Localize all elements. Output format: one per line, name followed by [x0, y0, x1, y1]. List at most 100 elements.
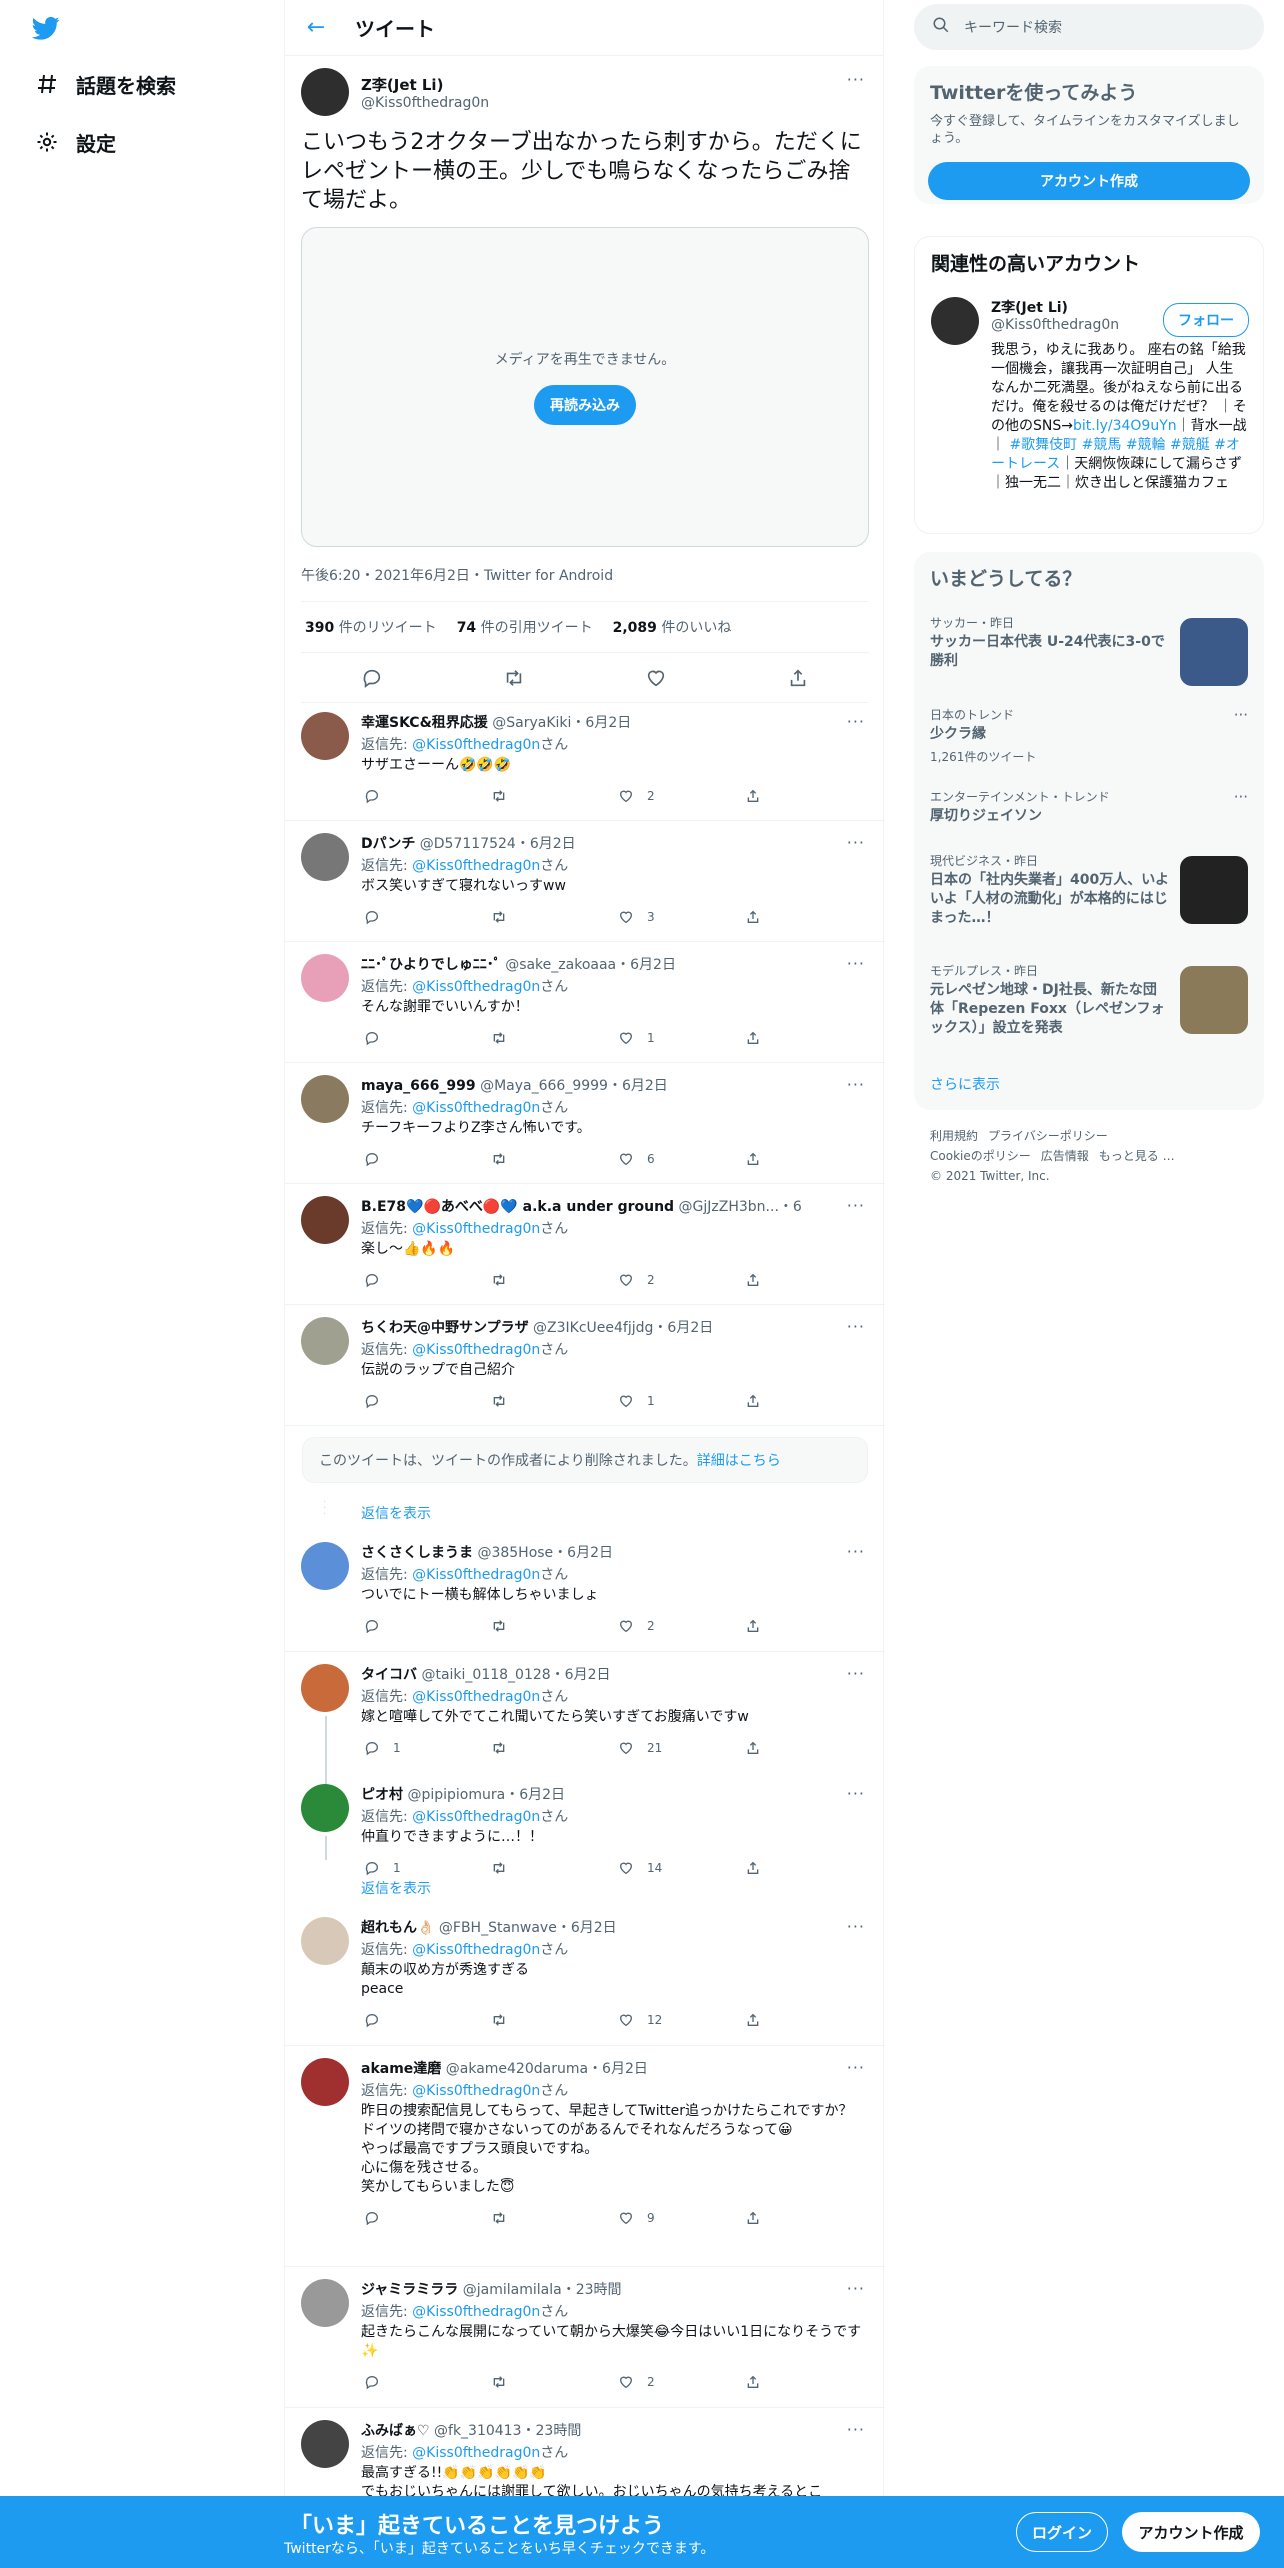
- reply-author-name[interactable]: 幸運SKC&租界応援: [361, 715, 488, 731]
- reply-to-link[interactable]: @Kiss0fthedrag0n: [412, 1100, 540, 1116]
- reply-author-name[interactable]: ジャミラミララ: [361, 2282, 458, 2298]
- reload-button[interactable]: 再読み込み: [534, 385, 636, 425]
- reply-author-name[interactable]: akame達磨: [361, 2061, 441, 2077]
- retweet-icon[interactable]: [488, 1269, 510, 1291]
- more-icon[interactable]: ···: [847, 1075, 865, 1094]
- quote-count[interactable]: 74 件の引用ツイート: [457, 617, 593, 637]
- reply-author-name[interactable]: Dパンチ: [361, 836, 415, 852]
- reply-author-name[interactable]: maya_666_999: [361, 1078, 476, 1094]
- reply-date[interactable]: ・23時間: [562, 2282, 622, 2298]
- trend-item[interactable]: 現代ビジネス・昨日 日本の「社内失業者」400万人、いよいよ「人材の流動化」が本…: [914, 852, 1264, 928]
- reply-tweet[interactable]: ··· ふみばぁ♡ @fk_310413・23時間 返信先: @Kiss0fthed…: [285, 2408, 885, 2531]
- create-account-button[interactable]: アカウント作成: [928, 162, 1250, 200]
- reply-tweet[interactable]: ··· Dパンチ @D57117524・6月2日 返信先: @Kiss0fthedr…: [285, 821, 885, 942]
- more-icon[interactable]: ···: [1234, 706, 1248, 724]
- reply-tweet[interactable]: ··· タイコバ @taiki_0118_0128・6月2日 返信先: @Kiss0…: [285, 1652, 885, 1756]
- reply-to-link[interactable]: @Kiss0fthedrag0n: [412, 1689, 540, 1705]
- avatar[interactable]: [301, 1075, 349, 1123]
- reply-to-link[interactable]: @Kiss0fthedrag0n: [412, 1221, 540, 1237]
- tweet-meta[interactable]: 午後6:20・2021年6月2日・Twitter for Android: [301, 565, 869, 601]
- like-icon[interactable]: [615, 2371, 637, 2393]
- reply-author-name[interactable]: ピオ村: [361, 1787, 403, 1803]
- reply-author-name[interactable]: タイコバ: [361, 1667, 417, 1683]
- reply-icon[interactable]: [361, 2009, 383, 2031]
- reply-tweet[interactable]: ··· ﾆﾆ･ﾟひよりでしゅﾆﾆ･ﾟ @sake_zakoaaa・6月2日 返信先:…: [285, 942, 885, 1063]
- reply-tweet[interactable]: ··· 超れもん👌🏻 @FBH_Stanwave・6月2日 返信先: @Kiss0f…: [285, 1905, 885, 2046]
- share-icon[interactable]: [742, 1027, 764, 1049]
- reply-tweet[interactable]: ··· B.E78💙🔴あべべ🔴💙 a.k.a under ground @GjJz…: [285, 1184, 885, 1305]
- reply-tweet[interactable]: ··· さくさくしまうま @385Hose・6月2日 返信先: @Kiss0fthe…: [285, 1530, 885, 1652]
- reply-to-link[interactable]: @Kiss0fthedrag0n: [412, 2304, 540, 2320]
- like-icon[interactable]: [615, 1857, 637, 1879]
- like-icon[interactable]: [615, 785, 637, 807]
- back-arrow-icon[interactable]: ←: [301, 13, 331, 43]
- twitter-logo-icon[interactable]: [30, 14, 62, 42]
- more-icon[interactable]: ···: [847, 2058, 865, 2077]
- retweet-icon[interactable]: [488, 2009, 510, 2031]
- bio-link[interactable]: bit.ly/34O9uYn: [1073, 418, 1177, 434]
- retweet-icon[interactable]: [488, 1615, 510, 1637]
- retweet-icon[interactable]: [488, 1737, 510, 1759]
- tweet-author[interactable]: Z李(Jet Li) @Kiss0fthedrag0n: [301, 68, 869, 116]
- follow-button[interactable]: フォロー: [1163, 303, 1249, 337]
- footer-more[interactable]: もっと見る …: [1099, 1149, 1175, 1163]
- like-icon[interactable]: [615, 1269, 637, 1291]
- reply-to-link[interactable]: @Kiss0fthedrag0n: [412, 1567, 540, 1583]
- share-icon[interactable]: [742, 1857, 764, 1879]
- share-icon[interactable]: [742, 1737, 764, 1759]
- reply-date[interactable]: ・6月2日: [608, 1078, 668, 1094]
- reply-to-link[interactable]: @Kiss0fthedrag0n: [412, 858, 540, 874]
- more-icon[interactable]: ···: [847, 2279, 865, 2298]
- reply-to-link[interactable]: @Kiss0fthedrag0n: [412, 979, 540, 995]
- reply-date[interactable]: ・6月2日: [505, 1787, 565, 1803]
- retweet-icon[interactable]: [488, 1857, 510, 1879]
- like-icon[interactable]: [615, 1615, 637, 1637]
- search-input[interactable]: キーワード検索: [914, 4, 1264, 50]
- reply-author-name[interactable]: B.E78💙🔴あべべ🔴💙 a.k.a under ground: [361, 1199, 674, 1215]
- show-replies-link[interactable]: 返信を表示: [361, 1878, 431, 1898]
- avatar[interactable]: [301, 954, 349, 1002]
- like-icon[interactable]: [615, 1390, 637, 1412]
- show-replies-link[interactable]: 返信を表示: [361, 1503, 431, 1523]
- avatar[interactable]: [931, 297, 979, 345]
- like-icon[interactable]: [615, 2207, 637, 2229]
- login-button[interactable]: ログイン: [1016, 2512, 1108, 2552]
- reply-icon[interactable]: [361, 2371, 383, 2393]
- avatar[interactable]: [301, 712, 349, 760]
- avatar[interactable]: [301, 1317, 349, 1365]
- more-icon[interactable]: ···: [847, 1196, 865, 1215]
- avatar[interactable]: [301, 1664, 349, 1712]
- retweet-icon[interactable]: [488, 1148, 510, 1170]
- reply-author-name[interactable]: さくさくしまうま: [361, 1545, 473, 1561]
- reply-to-link[interactable]: @Kiss0fthedrag0n: [412, 2083, 540, 2099]
- footer-cookie[interactable]: Cookieのポリシー: [930, 1149, 1031, 1163]
- retweet-icon[interactable]: [488, 906, 510, 928]
- reply-tweet[interactable]: ··· 幸運SKC&租界応援 @SaryaKiki・6月2日 返信先: @Kiss0…: [285, 700, 885, 821]
- share-icon[interactable]: [742, 1390, 764, 1412]
- trend-item[interactable]: モデルプレス・昨日 元レペゼン地球・DJ社長、新たな団体「Repezen Fox…: [914, 962, 1264, 1038]
- reply-date[interactable]: ・6月2日: [516, 836, 576, 852]
- reply-date[interactable]: ・6月2日: [551, 1667, 611, 1683]
- reply-tweet[interactable]: ··· ジャミラミララ @jamilamilala・23時間 返信先: @Kiss0…: [285, 2267, 885, 2408]
- like-icon[interactable]: [645, 667, 667, 689]
- footer-ads[interactable]: 広告情報: [1041, 1149, 1089, 1163]
- share-icon[interactable]: [742, 1615, 764, 1637]
- more-icon[interactable]: ···: [847, 1542, 865, 1561]
- like-icon[interactable]: [615, 906, 637, 928]
- reply-date[interactable]: ・6月2日: [571, 715, 631, 731]
- retweet-icon[interactable]: [488, 1390, 510, 1412]
- retweet-icon[interactable]: [488, 2371, 510, 2393]
- trend-item[interactable]: サッカー・昨日 サッカー日本代表 U-24代表に3-0で勝利: [914, 614, 1264, 686]
- avatar[interactable]: [301, 2279, 349, 2327]
- avatar[interactable]: [301, 1917, 349, 1965]
- share-icon[interactable]: [742, 785, 764, 807]
- avatar[interactable]: [301, 1196, 349, 1244]
- reply-icon[interactable]: [361, 785, 383, 807]
- trend-item[interactable]: エンターテインメント・トレンド 厚切りジェイソン ···: [914, 788, 1264, 826]
- retweet-count[interactable]: 390 件のリツイート: [305, 617, 437, 637]
- reply-to-link[interactable]: @Kiss0fthedrag0n: [412, 1809, 540, 1825]
- reply-to-link[interactable]: @Kiss0fthedrag0n: [412, 1342, 540, 1358]
- trend-item[interactable]: 日本のトレンド 少クラ縁 1,261件のツイート ···: [914, 706, 1264, 765]
- reply-tweet[interactable]: ··· ちくわ天@中野サンプラザ @Z3IKcUee4fjjdg・6月2日 返信先:…: [285, 1305, 885, 1426]
- details-link[interactable]: 詳細はこちら: [697, 1450, 781, 1470]
